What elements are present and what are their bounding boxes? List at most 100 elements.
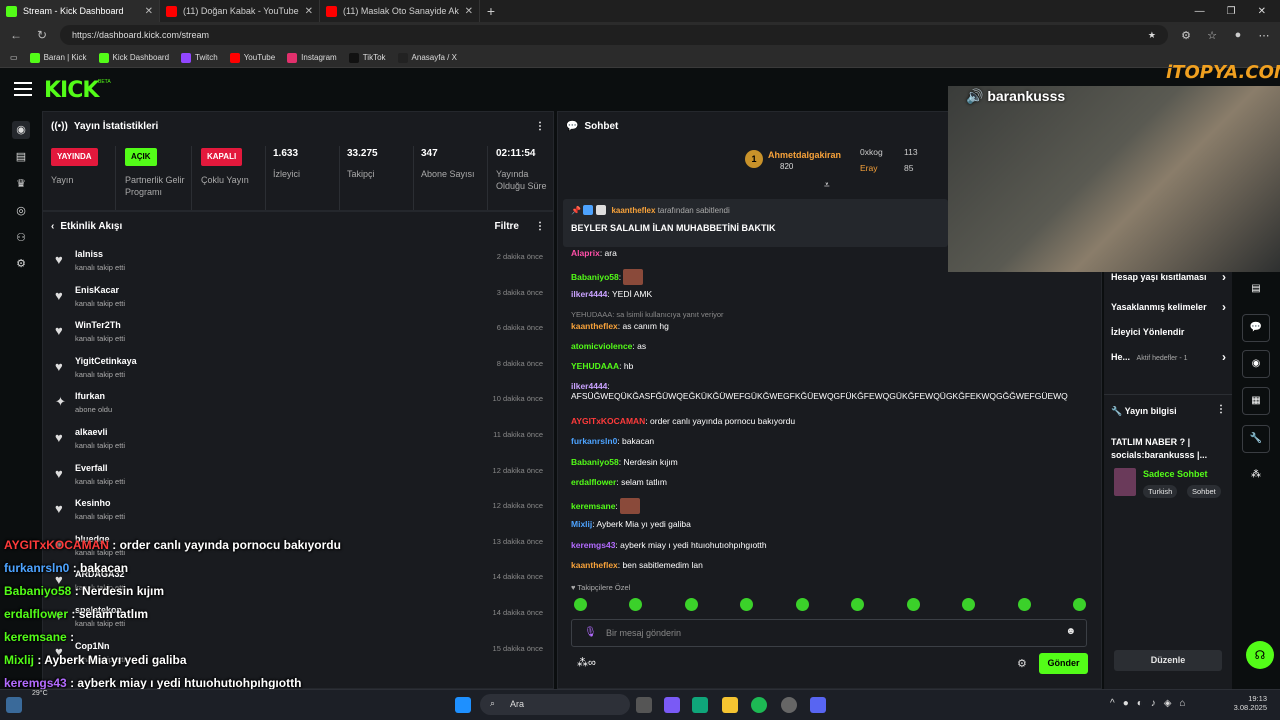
discord-icon[interactable] <box>810 697 826 713</box>
menu-icon[interactable] <box>14 82 32 96</box>
close-icon[interactable]: ✕ <box>145 6 153 17</box>
favorites-icon[interactable]: ☆ <box>1204 29 1220 42</box>
kick-logo[interactable]: KICK <box>44 78 99 103</box>
chat-username[interactable]: erdalflower <box>571 477 616 487</box>
explorer-icon[interactable] <box>722 697 738 713</box>
tab-kick-dashboard[interactable]: Stream - Kick Dashboard ✕ <box>0 0 160 22</box>
emote-icon[interactable] <box>574 598 587 611</box>
emoji-icon[interactable]: ☻ <box>1065 626 1076 637</box>
more-icon[interactable]: ⋯ <box>1256 29 1272 42</box>
close-icon[interactable]: ✕ <box>465 6 473 17</box>
emote-icon[interactable] <box>962 598 976 611</box>
edit-button[interactable]: Düzenle <box>1114 650 1222 671</box>
bookmark-item[interactable]: Anasayfa / X <box>397 52 457 63</box>
chat-username[interactable]: YEHUDAAA <box>571 361 619 371</box>
emote-icon[interactable] <box>851 598 865 611</box>
wrench-icon[interactable]: 🔧 <box>1242 425 1270 453</box>
edge-icon[interactable] <box>692 697 708 713</box>
activity-user[interactable]: alkaevli <box>75 427 108 437</box>
tab-youtube-1[interactable]: (11) Doğan Kabak - YouTube ✕ <box>160 0 320 22</box>
tab-youtube-2[interactable]: (11) Maslak Oto Sanayide Akülü … ✕ <box>320 0 480 22</box>
activity-user[interactable]: Cop1Nn <box>75 641 110 651</box>
spotify-icon[interactable] <box>751 697 767 713</box>
tools-icon[interactable]: ⁂∞ <box>577 656 596 669</box>
refresh-icon[interactable]: ↻ <box>34 28 50 42</box>
widgets-icon[interactable] <box>6 697 22 713</box>
broadcast-icon[interactable]: ◉ <box>1242 350 1270 378</box>
emote-icon[interactable] <box>740 598 754 611</box>
emote-icon[interactable] <box>629 598 643 611</box>
activity-user[interactable]: YigitCetinkaya <box>75 356 137 366</box>
chat-username[interactable]: Mixlij <box>571 519 592 529</box>
filter-button[interactable]: Filtre <box>495 221 519 232</box>
kebab-icon[interactable]: ⋮ <box>535 121 545 132</box>
activity-user[interactable]: WinTer2Th <box>75 320 121 330</box>
activity-user[interactable]: Ifurkan <box>75 391 105 401</box>
category-name[interactable]: Sadece Sohbet <box>1143 469 1208 479</box>
support-icon[interactable]: ☊ <box>1246 641 1274 669</box>
tray-icons[interactable]: ^●◐♪◈⌂ <box>1110 698 1194 709</box>
chat-username[interactable]: kaantheflex <box>571 321 618 331</box>
chat-username[interactable]: Alaprix <box>571 248 600 258</box>
emote-icon[interactable] <box>684 598 698 611</box>
bookmark-item[interactable]: Instagram <box>287 52 337 63</box>
goals-item[interactable]: He... Aktif hedefler - 1 › <box>1111 350 1226 364</box>
copilot-icon[interactable] <box>664 697 680 713</box>
task-view-icon[interactable] <box>636 697 652 713</box>
chat-username[interactable]: kaantheflex <box>571 560 618 570</box>
start-icon[interactable] <box>455 697 471 713</box>
url-input[interactable]: https://dashboard.kick.com/stream ★ <box>60 25 1168 45</box>
star-icon[interactable]: ★ <box>1148 30 1156 41</box>
close-window-icon[interactable]: ✕ <box>1258 6 1266 17</box>
chat-username[interactable]: ilker4444 <box>571 289 607 299</box>
chat-icon[interactable]: 💬 <box>1242 314 1270 342</box>
extensions-icon[interactable]: ⚙ <box>1178 29 1194 42</box>
chat-username[interactable]: Babaniyo58 <box>571 457 619 467</box>
chat-settings-icon[interactable]: ⚙ <box>1017 657 1027 670</box>
maximize-icon[interactable]: ❐ <box>1227 6 1236 17</box>
chat-username[interactable]: atomicviolence <box>571 341 632 351</box>
activity-user[interactable]: Everfall <box>75 463 108 473</box>
activity-user[interactable]: lalniss <box>75 249 103 259</box>
send-button[interactable]: Gönder <box>1039 653 1088 674</box>
chat-input[interactable]: 🎙 Bir mesaj gönderin ☻ <box>571 619 1087 647</box>
taskbar-search[interactable]: ⌕ Ara <box>480 694 630 715</box>
emote-icon[interactable] <box>1072 598 1086 611</box>
collapse-icon[interactable]: ⩡ <box>824 180 830 191</box>
tools-icon[interactable]: ⁂ <box>1242 462 1270 490</box>
chevron-left-icon[interactable]: ‹ <box>51 221 54 232</box>
kebab-icon[interactable]: ⋮ <box>535 221 545 232</box>
emote-icon[interactable] <box>795 598 809 611</box>
profile-icon[interactable]: ● <box>1230 29 1246 41</box>
back-icon[interactable]: ← <box>8 28 24 42</box>
chat-username[interactable]: keremgs43 <box>571 540 615 550</box>
bookmark-item[interactable]: Kick Dashboard <box>98 52 169 63</box>
new-tab-button[interactable]: + <box>480 3 502 19</box>
reading-list-icon[interactable]: ▭ <box>10 53 18 62</box>
host-item[interactable]: İzleyici Yönlendir <box>1111 327 1226 337</box>
live-nav-icon[interactable]: ◉ <box>12 121 30 139</box>
chat-username[interactable]: furkanrsln0 <box>571 436 617 446</box>
mic-icon[interactable]: 🎙 <box>584 627 597 638</box>
bookmark-item[interactable]: Twitch <box>181 52 218 63</box>
bookmark-item[interactable]: YouTube <box>229 52 275 63</box>
dashboard-nav-icon[interactable]: ▤ <box>12 148 30 166</box>
chat-username[interactable]: keremsane <box>571 501 615 511</box>
notes-icon[interactable]: ▤ <box>1242 276 1270 304</box>
emote-icon[interactable] <box>1017 598 1031 611</box>
close-icon[interactable]: ✕ <box>305 6 313 17</box>
users-nav-icon[interactable]: ⚇ <box>12 229 30 247</box>
minimize-icon[interactable]: — <box>1195 6 1205 17</box>
emote-icon[interactable] <box>906 598 920 611</box>
chat-username[interactable]: AYGITxKOCAMAN <box>571 416 645 426</box>
banned-words-item[interactable]: Yasaklanmış kelimeler › <box>1111 300 1226 314</box>
activity-user[interactable]: EnisKacar <box>75 285 119 295</box>
account-age-item[interactable]: Hesap yaşı kısıtlaması › <box>1111 270 1226 284</box>
target-nav-icon[interactable]: ◎ <box>12 202 30 220</box>
bookmark-item[interactable]: TikTok <box>348 52 386 63</box>
clock[interactable]: 19:13 3.08.2025 <box>1225 694 1267 712</box>
layout-icon[interactable]: ▦ <box>1242 387 1270 415</box>
chat-username[interactable]: ilker4444 <box>571 381 607 391</box>
settings-nav-icon[interactable]: ⚙ <box>12 255 30 273</box>
activity-user[interactable]: Kesinho <box>75 498 111 508</box>
